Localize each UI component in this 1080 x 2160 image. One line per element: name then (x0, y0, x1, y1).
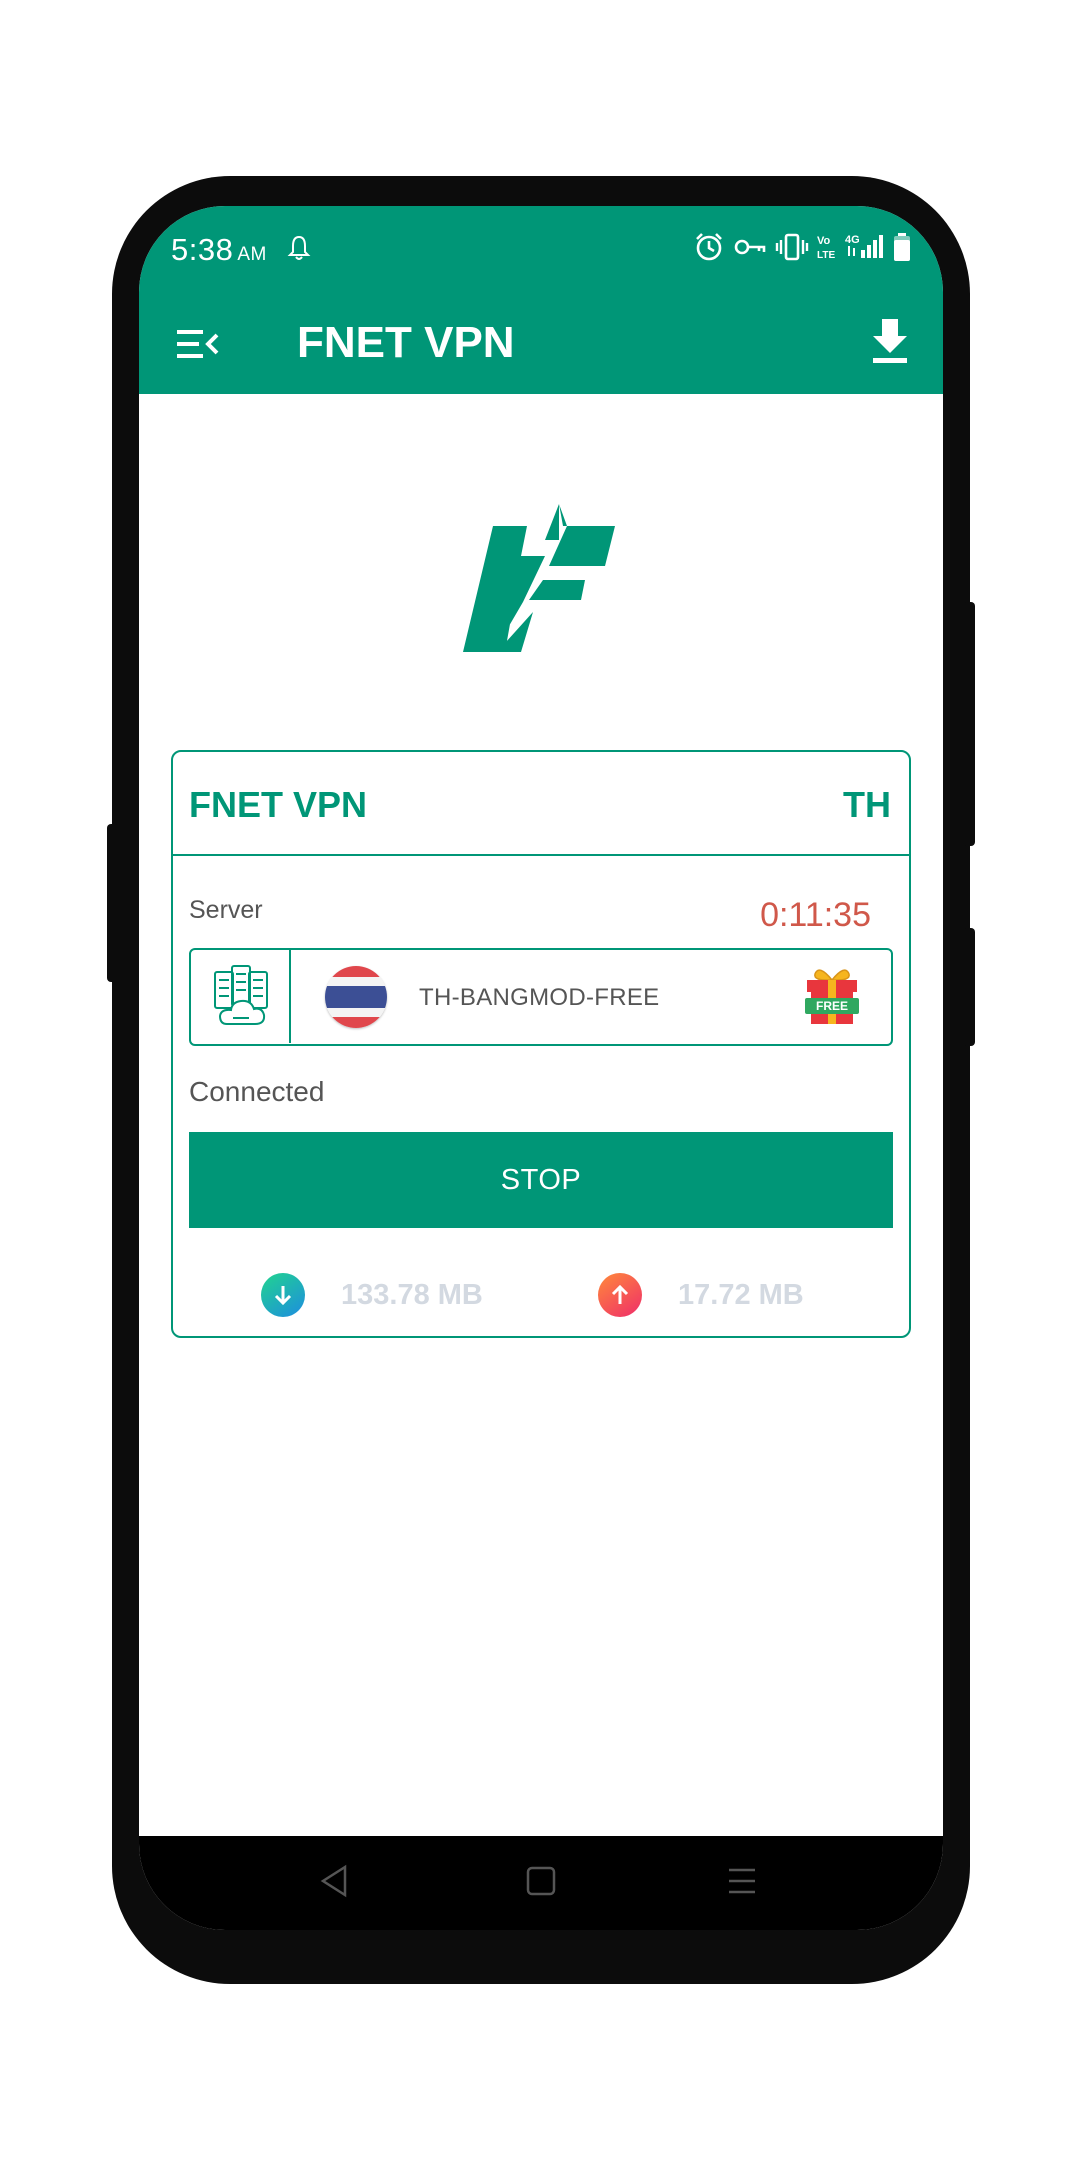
phone-power-button (963, 928, 975, 1046)
battery-icon (894, 233, 910, 261)
server-cloud-icon (214, 965, 268, 1025)
status-time-ampm: AM (237, 244, 267, 265)
vibrate-icon (775, 233, 809, 261)
download-stat: 133.78 MB (261, 1272, 483, 1318)
recent-apps-icon[interactable] (727, 1866, 757, 1896)
download-icon[interactable] (869, 316, 911, 366)
svg-text:4G: 4G (845, 234, 860, 246)
phone-screen: 5:38 AM Vo LTE 4G FNET VPN FNET VPN TH S… (139, 206, 943, 1930)
server-name: TH-BANGMOD-FREE (419, 984, 660, 1011)
connection-timer: 0:11:35 (760, 896, 871, 934)
server-icon-box (191, 950, 291, 1043)
fnet-logo (463, 504, 615, 652)
upload-stat: 17.72 MB (598, 1272, 804, 1318)
phone-side-button-left (107, 824, 119, 982)
screenshot-stage: 5:38 AM Vo LTE 4G FNET VPN FNET VPN TH S… (0, 0, 1080, 2160)
server-selector[interactable]: TH-BANGMOD-FREE FREE (189, 948, 893, 1046)
home-icon[interactable] (526, 1866, 556, 1896)
menu-icon[interactable] (175, 322, 219, 366)
svg-text:Vo: Vo (817, 235, 831, 247)
phone-volume-button (963, 602, 975, 846)
app-title: FNET VPN (297, 318, 515, 367)
stop-button[interactable]: STOP (189, 1132, 893, 1228)
card-header: FNET VPN TH (173, 752, 909, 856)
thailand-flag-icon (325, 966, 387, 1028)
download-arrow-icon (261, 1273, 305, 1317)
vpn-key-icon (734, 239, 766, 255)
app-bar: FNET VPN (139, 296, 943, 394)
status-time: 5:38 AM (171, 232, 267, 268)
free-gift-icon: FREE (805, 969, 859, 1024)
navigation-bar (139, 1836, 943, 1930)
vpn-status-card: FNET VPN TH Server 0:11:35 TH-BANGMOD-FR… (171, 750, 911, 1338)
country-code: TH (843, 784, 891, 825)
back-icon[interactable] (319, 1864, 349, 1898)
server-label: Server (189, 896, 263, 924)
status-time-value: 5:38 (171, 232, 234, 267)
volte-icon: Vo LTE (817, 235, 835, 261)
upload-value: 17.72 MB (678, 1278, 804, 1311)
connection-status: Connected (189, 1076, 325, 1107)
alarm-icon (696, 233, 722, 261)
card-title: FNET VPN (189, 784, 368, 825)
upload-arrow-icon (598, 1273, 642, 1317)
bell-icon (287, 235, 311, 260)
free-badge-text: FREE (816, 999, 848, 1013)
status-bar: 5:38 AM Vo LTE 4G (139, 206, 943, 296)
signal-icon: 4G (845, 234, 883, 258)
download-value: 133.78 MB (341, 1278, 483, 1311)
status-icons: Vo LTE 4G (693, 230, 911, 264)
svg-text:LTE: LTE (817, 250, 835, 261)
